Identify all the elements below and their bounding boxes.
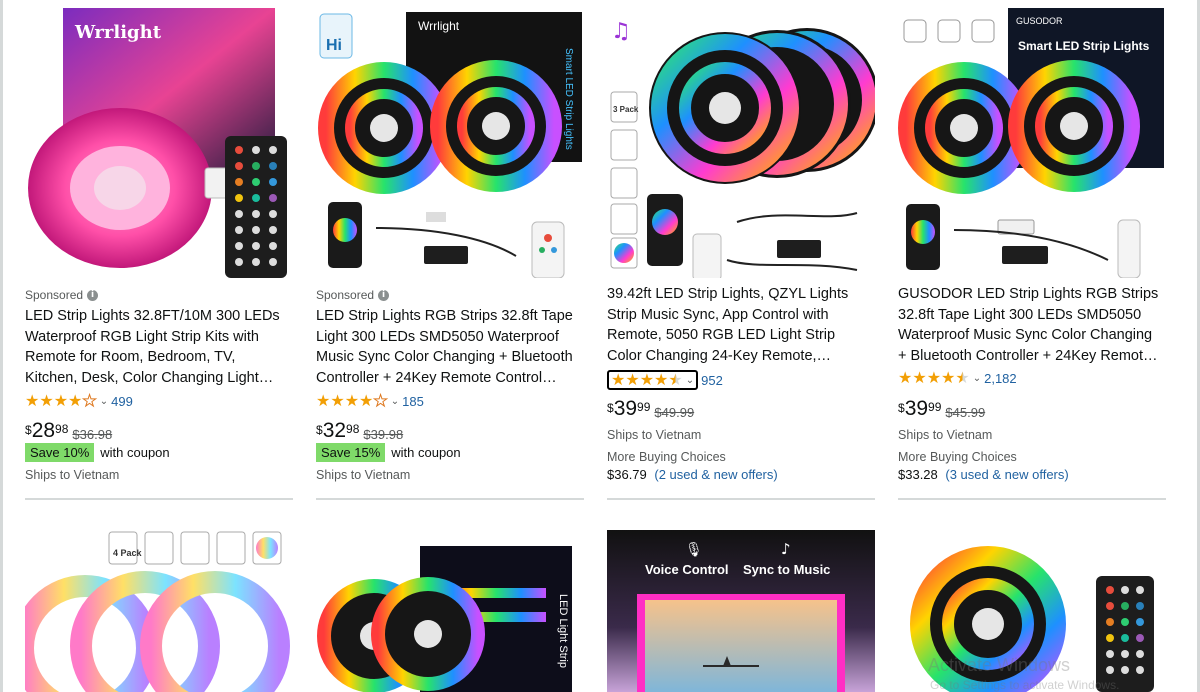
- pack-badge: 4 Pack: [113, 548, 143, 558]
- sync-music-label: Sync to Music: [743, 562, 830, 577]
- page-edge-left: [0, 0, 3, 692]
- product-image[interactable]: 🎙 ♪ Voice Control Sync to Music: [607, 530, 875, 692]
- activate-windows-watermark: Activate Windows: [928, 655, 1071, 675]
- product-image[interactable]: 4 Pack: [25, 528, 293, 692]
- product-image[interactable]: LED Light Strip: [316, 528, 584, 692]
- product-card[interactable]: 🎙 ♪ Voice Control Sync to Music: [607, 0, 875, 692]
- music-note-icon: ♪: [781, 540, 791, 558]
- voice-control-label: Voice Control: [645, 562, 729, 577]
- microphone-icon: 🎙: [685, 541, 703, 558]
- box-label: LED Light Strip: [557, 594, 569, 668]
- product-card[interactable]: [898, 0, 1166, 692]
- product-card[interactable]: LED Light Strip: [316, 0, 584, 692]
- activate-windows-hint: Go to Settings to activate Windows.: [930, 678, 1120, 692]
- product-card[interactable]: 4 Pack: [25, 0, 293, 692]
